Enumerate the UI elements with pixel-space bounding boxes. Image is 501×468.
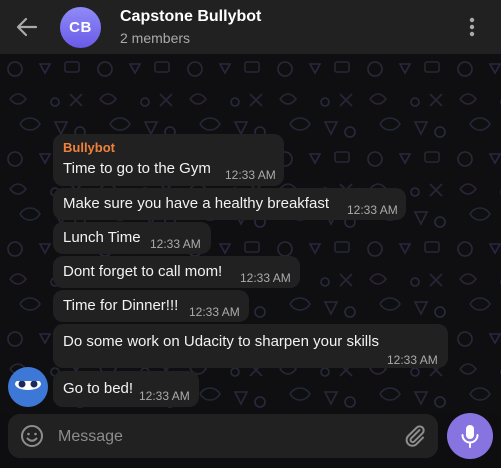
chat-header: CB Capstone Bullybot 2 members <box>0 0 501 54</box>
message-text: Dont forget to call mom! <box>63 263 223 280</box>
more-vertical-icon <box>469 17 475 37</box>
message-time: 12:33 AM <box>139 389 190 403</box>
more-options-button[interactable] <box>464 15 480 39</box>
bot-avatar[interactable] <box>8 367 48 407</box>
paperclip-icon <box>405 425 425 447</box>
message-text: Time to go to the Gym <box>63 160 211 177</box>
back-button[interactable] <box>14 15 40 39</box>
message-time: 12:33 AM <box>240 271 291 285</box>
arrow-left-icon <box>16 17 38 37</box>
message-bubble[interactable]: Time for Dinner!!! 12:33 AM <box>53 290 249 322</box>
message-bubble[interactable]: Bullybot Time to go to the Gym 12:33 AM <box>53 134 284 186</box>
message-time: 12:33 AM <box>225 168 276 182</box>
message-composer <box>8 414 438 458</box>
message-input[interactable] <box>56 422 390 452</box>
chat-title[interactable]: Capstone Bullybot <box>120 8 261 26</box>
chat-avatar[interactable]: CB <box>60 7 101 48</box>
message-bubble[interactable]: Make sure you have a healthy breakfast 1… <box>53 188 406 220</box>
message-text: Time for Dinner!!! <box>63 297 179 314</box>
emoji-button[interactable] <box>20 424 44 448</box>
smile-icon <box>21 425 43 447</box>
message-time: 12:33 AM <box>150 237 201 251</box>
message-bubble[interactable]: Go to bed! 12:33 AM <box>53 371 199 407</box>
avatar-initials: CB <box>69 19 92 36</box>
message-text: Make sure you have a healthy breakfast <box>63 195 329 212</box>
message-time: 12:33 AM <box>387 353 438 367</box>
message-bubble[interactable]: Do some work on Udacity to sharpen your … <box>53 324 448 368</box>
message-text: Lunch Time <box>63 229 141 246</box>
attach-button[interactable] <box>403 424 427 448</box>
message-bubble[interactable]: Dont forget to call mom! 12:33 AM <box>53 256 300 288</box>
microphone-icon <box>461 425 479 448</box>
chat-background: Bullybot Time to go to the Gym 12:33 AM … <box>0 54 501 414</box>
message-text: Go to bed! <box>63 380 134 397</box>
voice-record-button[interactable] <box>447 413 493 459</box>
member-count: 2 members <box>120 30 191 46</box>
message-text: Do some work on Udacity to sharpen your … <box>63 333 379 350</box>
sender-name[interactable]: Bullybot <box>63 140 115 155</box>
bot-face-icon <box>14 377 42 390</box>
message-bubble[interactable]: Lunch Time 12:33 AM <box>53 222 211 254</box>
message-time: 12:33 AM <box>189 305 240 319</box>
message-time: 12:33 AM <box>347 203 398 217</box>
